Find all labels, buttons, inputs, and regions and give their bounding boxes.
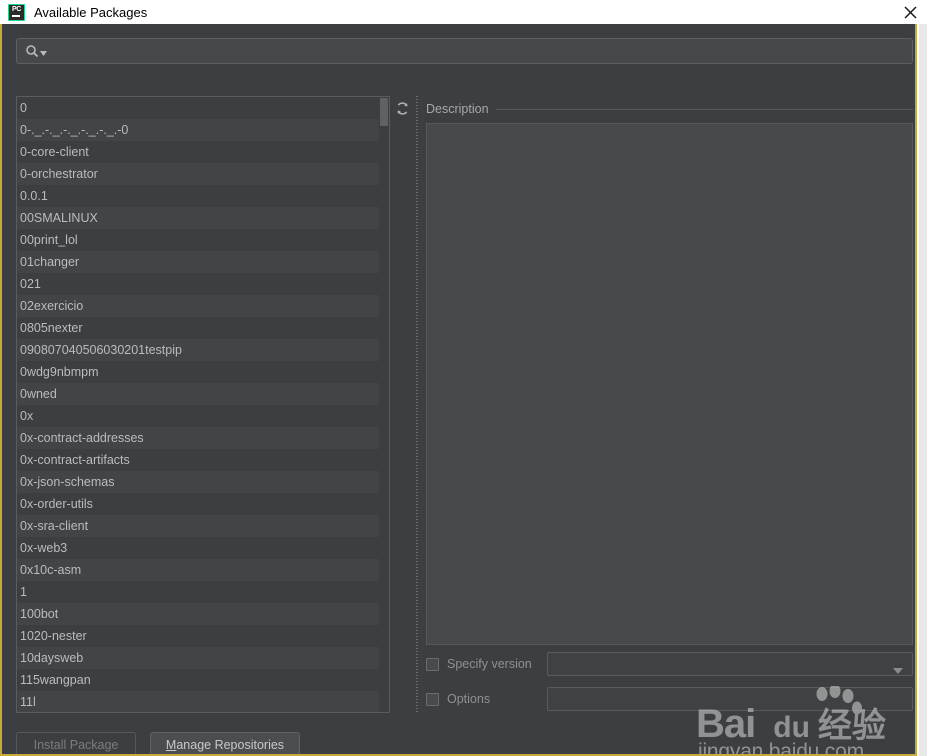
window-right-edge-inner <box>919 24 927 756</box>
chevron-down-icon <box>40 50 47 56</box>
package-list-item[interactable]: 0x-json-schemas <box>17 471 389 493</box>
package-list-item[interactable]: 10daysweb <box>17 647 389 669</box>
package-list-item[interactable]: 0wdg9nbmpm <box>17 361 389 383</box>
options-label: Options <box>447 692 491 706</box>
description-label: Description <box>426 102 489 116</box>
manage-mnemonic: M <box>165 738 177 752</box>
package-list[interactable]: 0 0-._.-._.-._.-._.-._.-0 0-core-client 0-o… <box>16 96 390 713</box>
package-list-item[interactable]: 115wangpan <box>17 669 389 691</box>
splitter-grip-icon <box>416 96 418 713</box>
package-list-item[interactable]: 0x-order-utils <box>17 493 389 515</box>
package-list-item[interactable]: 0.0.1 <box>17 185 389 207</box>
specify-version-label: Specify version <box>447 657 532 671</box>
package-list-item[interactable]: 00SMALINUX <box>17 207 389 229</box>
package-list-scroll-area[interactable]: 0 0-._.-._.-._.-._.-._.-0 0-core-client 0-o… <box>17 97 389 712</box>
package-list-item[interactable]: 0805nexter <box>17 317 389 339</box>
package-list-item[interactable]: 11l <box>17 691 389 712</box>
specify-version-checkbox[interactable] <box>426 657 439 671</box>
package-list-item[interactable]: 01changer <box>17 251 389 273</box>
package-list-item[interactable]: 0x-sra-client <box>17 515 389 537</box>
package-list-item[interactable]: 0x-contract-addresses <box>17 427 389 449</box>
package-list-item[interactable]: 0x10c-asm <box>17 559 389 581</box>
package-list-item[interactable]: 00print_lol <box>17 229 389 251</box>
package-list-item[interactable]: 021 <box>17 273 389 295</box>
description-body <box>426 123 913 645</box>
package-list-item[interactable]: 0-._.-._.-._.-._.-._.-0 <box>17 119 389 141</box>
package-list-item[interactable]: 1 <box>17 581 389 603</box>
search-icon <box>25 44 48 58</box>
description-separator <box>495 108 913 110</box>
package-list-item[interactable]: 090807040506030201testpip <box>17 339 389 361</box>
magnifier-glyph <box>26 45 39 58</box>
package-list-item[interactable]: 0x-contract-artifacts <box>17 449 389 471</box>
window-title-bar: PC Available Packages <box>0 0 931 24</box>
close-glyph <box>903 5 917 19</box>
refresh-icon[interactable] <box>392 98 412 118</box>
package-list-scrollbar[interactable] <box>379 97 389 712</box>
specify-version-combobox[interactable] <box>547 652 913 676</box>
chevron-down-icon <box>893 662 903 680</box>
available-packages-dialog: 0 0-._.-._.-._.-._.-._.-0 0-core-client 0-o… <box>0 24 917 756</box>
panel-splitter[interactable] <box>414 96 420 713</box>
pycharm-icon: PC <box>8 3 25 21</box>
package-list-item[interactable]: 0x-web3 <box>17 537 389 559</box>
window-right-edge <box>919 24 931 756</box>
package-list-item[interactable]: 0-core-client <box>17 141 389 163</box>
package-list-item[interactable]: 0 <box>17 97 389 119</box>
package-list-item[interactable]: 02exercicio <box>17 295 389 317</box>
manage-label-rest: anage Repositories <box>176 738 285 752</box>
options-input[interactable] <box>547 687 913 711</box>
package-list-item[interactable]: 0-orchestrator <box>17 163 389 185</box>
pycharm-icon-bar <box>12 15 20 17</box>
watermark-url: jingyan.baidu.com <box>698 740 864 756</box>
chevron-down-glyph <box>893 668 903 674</box>
manage-repositories-button[interactable]: Manage Repositories <box>150 732 300 754</box>
package-list-item[interactable]: 100bot <box>17 603 389 625</box>
package-list-item[interactable]: 0wned <box>17 383 389 405</box>
window-title: Available Packages <box>34 4 148 20</box>
options-checkbox[interactable] <box>426 692 439 706</box>
screenshot-root: PC Available Packages 0 0-._.-._.-._.-._… <box>0 0 931 756</box>
close-icon[interactable] <box>899 2 921 22</box>
watermark-du: du <box>773 711 810 744</box>
scrollbar-thumb[interactable] <box>380 98 388 126</box>
package-list-item[interactable]: 0x <box>17 405 389 427</box>
install-package-button[interactable]: Install Package <box>16 732 136 754</box>
package-list-item[interactable]: 1020-nester <box>17 625 389 647</box>
description-header: Description <box>426 101 913 117</box>
refresh-glyph <box>397 101 407 115</box>
search-input[interactable] <box>16 38 913 64</box>
search-text-field[interactable] <box>48 39 912 63</box>
pycharm-icon-label: PC <box>11 5 22 13</box>
